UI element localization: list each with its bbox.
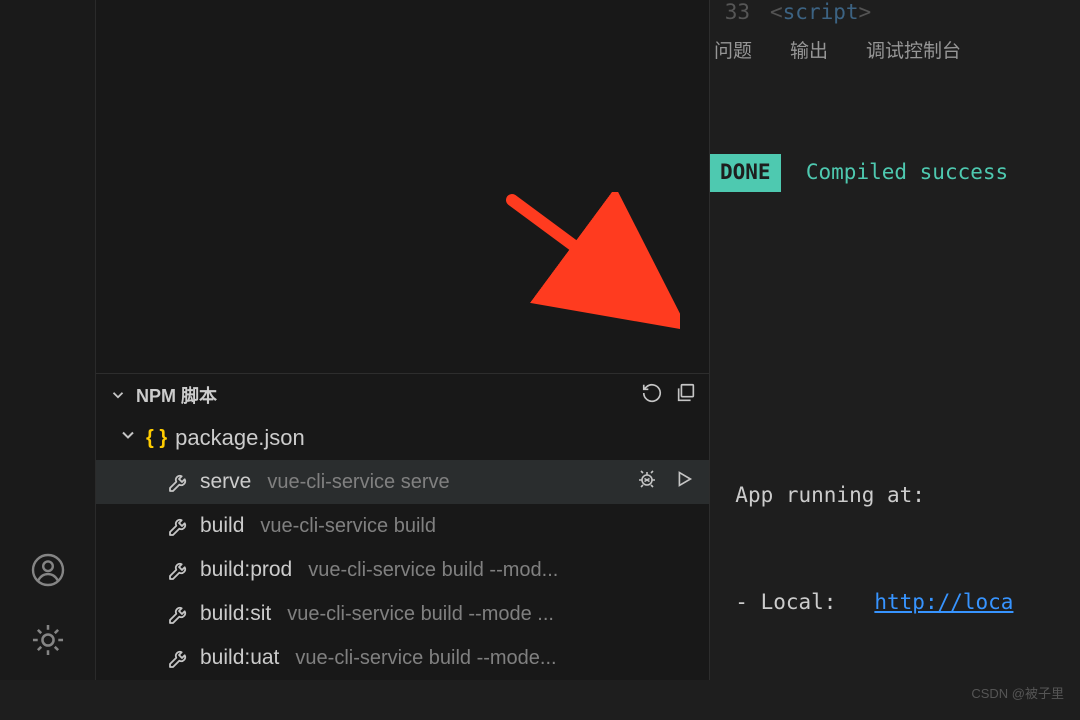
debug-icon[interactable] xyxy=(635,467,659,497)
line-number: 33 xyxy=(716,0,770,24)
wrench-icon xyxy=(166,469,192,495)
script-row-build-prod[interactable]: build:prod vue-cli-service build --mod... xyxy=(96,548,709,592)
refresh-icon[interactable] xyxy=(641,382,663,409)
script-name: build:sit xyxy=(200,602,271,626)
app-running-label: App running at: xyxy=(735,483,925,507)
code-line: 33 <script> xyxy=(710,0,1080,24)
editor-area: 33 <script> 问题 输出 调试控制台 DONE Compiled su… xyxy=(710,0,1080,680)
tab-problems[interactable]: 问题 xyxy=(714,36,752,63)
compiled-text: Compiled success xyxy=(806,160,1008,184)
script-row-build-uat[interactable]: build:uat vue-cli-service build --mode... xyxy=(96,636,709,680)
script-command: vue-cli-service serve xyxy=(267,471,449,494)
script-name: build:prod xyxy=(200,558,292,582)
collapse-all-icon[interactable] xyxy=(675,382,697,409)
wrench-icon xyxy=(166,645,192,671)
json-icon: { } xyxy=(146,427,167,450)
terminal-output: DONE Compiled success App running at: - … xyxy=(710,75,1080,680)
accounts-icon[interactable] xyxy=(28,550,68,590)
chevron-down-icon xyxy=(118,425,138,451)
done-badge: DONE xyxy=(710,154,781,192)
script-command: vue-cli-service build --mode ... xyxy=(287,603,554,626)
sidebar: NPM 脚本 { } package.json servevue-cli-s xyxy=(96,0,710,680)
script-row-serve[interactable]: serve vue-cli-service serve xyxy=(96,460,709,504)
script-command: vue-cli-service build xyxy=(260,515,436,538)
local-url[interactable]: http://loca xyxy=(874,590,1013,614)
local-label: - Local: xyxy=(735,590,874,614)
wrench-icon xyxy=(166,557,192,583)
panel-tabs: 问题 输出 调试控制台 xyxy=(710,24,1080,75)
script-name: build xyxy=(200,514,244,538)
activity-bar xyxy=(0,0,96,680)
script-row-build-sit[interactable]: build:sit vue-cli-service build --mode ..… xyxy=(96,592,709,636)
settings-gear-icon[interactable] xyxy=(28,620,68,660)
tab-debug-console[interactable]: 调试控制台 xyxy=(866,36,961,63)
watermark: CSDN @被子里 xyxy=(971,683,1064,702)
explorer-empty xyxy=(96,0,709,374)
npm-panel-header[interactable]: NPM 脚本 xyxy=(96,374,709,416)
play-icon[interactable] xyxy=(673,468,695,496)
script-name: build:uat xyxy=(200,646,279,670)
package-json-file[interactable]: { } package.json xyxy=(96,416,709,460)
npm-scripts-panel: NPM 脚本 { } package.json servevue-cli-s xyxy=(96,374,709,680)
chevron-down-icon xyxy=(108,386,128,404)
script-row-build[interactable]: build vue-cli-service build xyxy=(96,504,709,548)
script-command: vue-cli-service build --mod... xyxy=(308,559,558,582)
tab-output[interactable]: 输出 xyxy=(790,36,828,63)
wrench-icon xyxy=(166,601,192,627)
npm-panel-title: NPM 脚本 xyxy=(136,382,633,408)
script-name: serve xyxy=(200,470,251,494)
script-command: vue-cli-service build --mode... xyxy=(295,647,556,670)
file-name: package.json xyxy=(175,425,305,451)
wrench-icon xyxy=(166,513,192,539)
